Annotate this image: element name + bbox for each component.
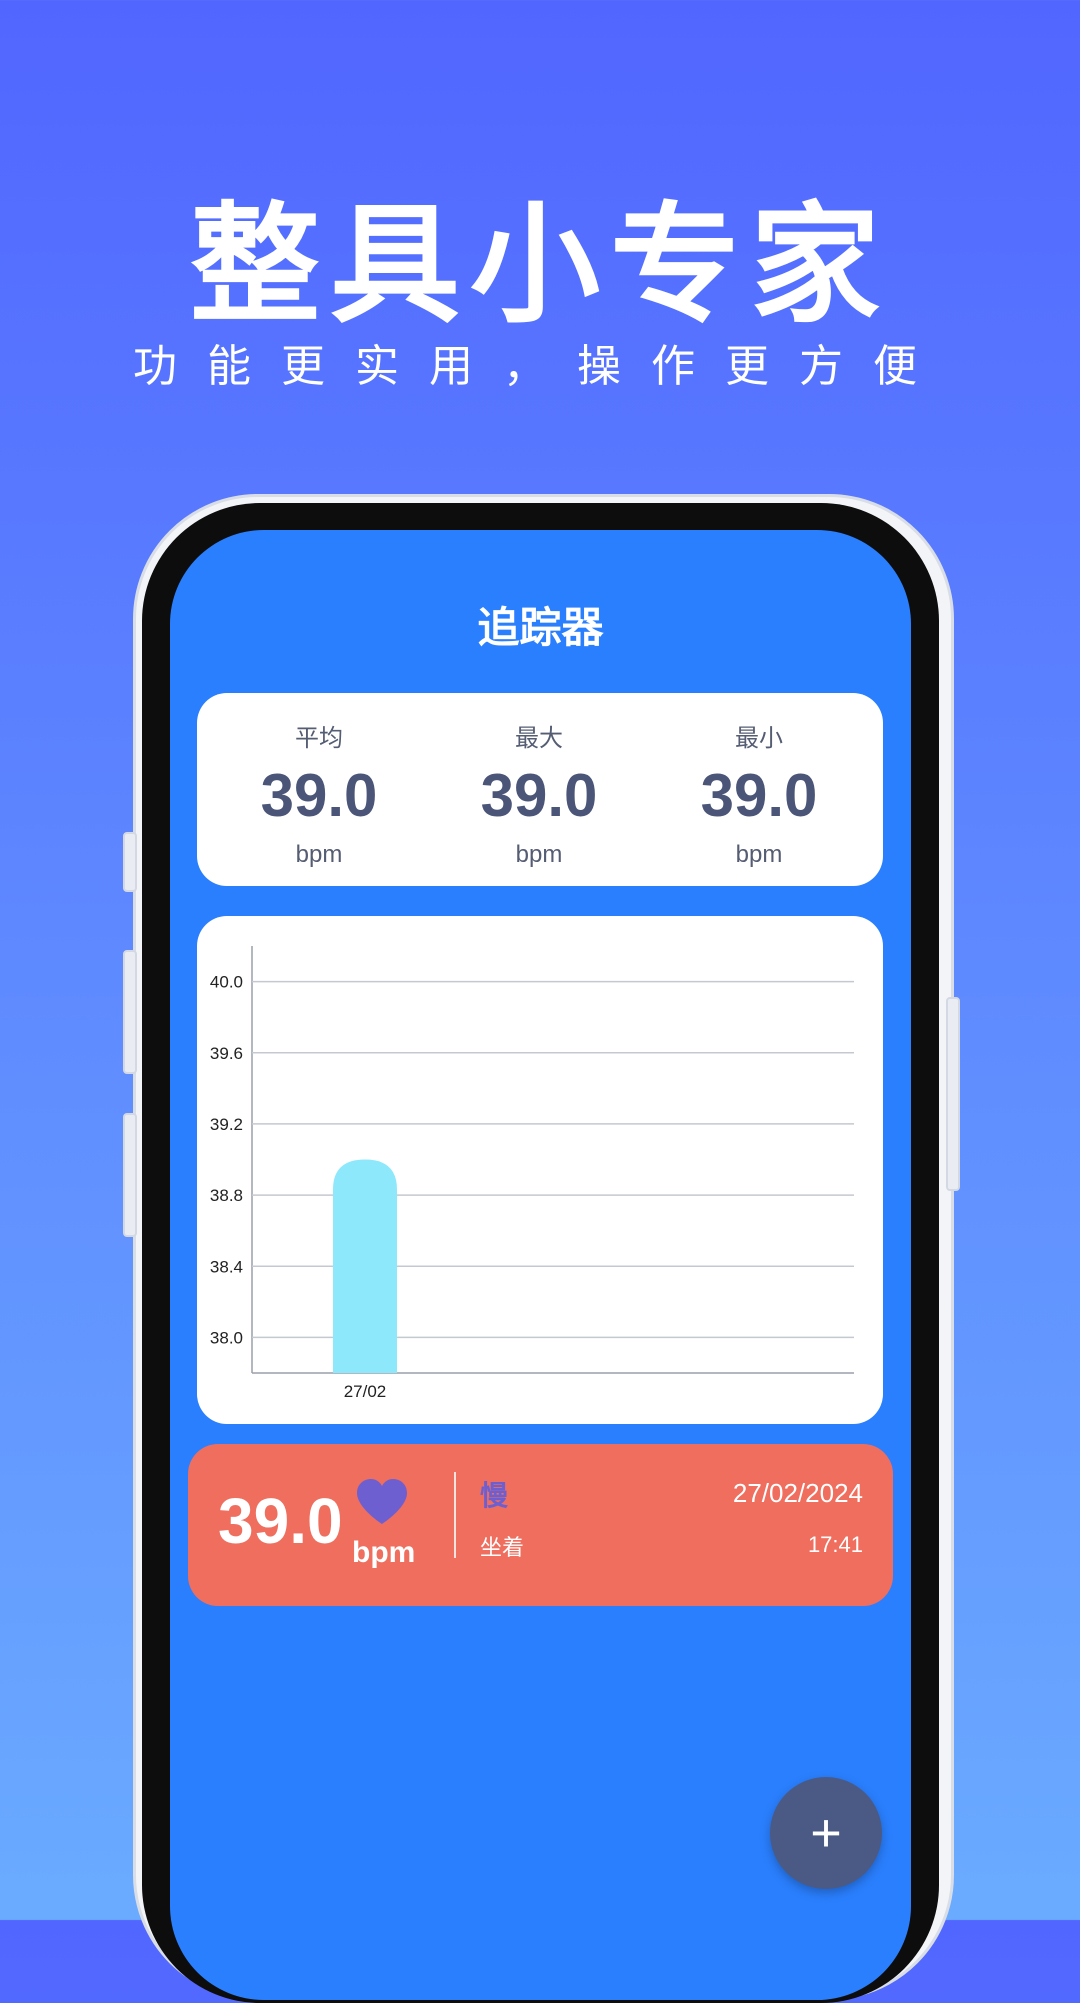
chart-bar: [333, 1159, 397, 1373]
record-date: 27/02/2024: [732, 1478, 863, 1508]
chart-card: 40.0 39.6 39.2 38.8 38.4 38.0 27/02: [197, 916, 883, 1424]
stat-unit: bpm: [295, 841, 343, 868]
stat-value: 39.0: [260, 762, 378, 829]
stats-card: 平均 39.0 bpm 最大 39.0 bpm 最小 39.0 bpm: [197, 693, 883, 886]
record-card[interactable]: 39.0 bpm 慢 坐着 27/02/2024 17:41: [188, 1444, 893, 1606]
screen-title: 追踪器: [477, 603, 604, 652]
stat-unit: bpm: [735, 841, 783, 868]
record-status: 慢: [480, 1479, 509, 1512]
y-tick-label: 38.8: [210, 1186, 243, 1205]
phone-side-button: [123, 832, 137, 892]
y-tick-label: 38.0: [210, 1328, 243, 1347]
record-time: 17:41: [807, 1532, 863, 1557]
record-value: 39.0: [218, 1485, 343, 1557]
phone-side-button: [123, 1113, 137, 1237]
record-unit: bpm: [352, 1536, 416, 1569]
heart-icon: [357, 1479, 407, 1524]
stat-value: 39.0: [480, 762, 598, 829]
x-tick-label: 27/02: [344, 1382, 387, 1401]
phone-side-button: [123, 950, 137, 1074]
stat-label: 最大: [515, 724, 563, 752]
record-posture: 坐着: [480, 1536, 525, 1561]
plus-icon: +: [810, 1803, 842, 1863]
heart-rate-chart: 40.0 39.6 39.2 38.8 38.4 38.0 27/02: [210, 946, 854, 1401]
app-screen: 追踪器 平均 39.0 bpm 最大 39.0 bpm 最小 39.0 bpm …: [170, 530, 911, 2000]
y-tick-label: 40.0: [210, 973, 243, 992]
y-tick-label: 39.6: [210, 1044, 243, 1063]
promo-title: 整具小专家: [189, 189, 890, 341]
phone-side-button: [946, 997, 960, 1191]
stat-value: 39.0: [700, 762, 818, 829]
stat-unit: bpm: [515, 841, 563, 868]
add-record-button[interactable]: +: [770, 1777, 882, 1889]
stat-label: 最小: [735, 724, 783, 752]
stat-label: 平均: [295, 724, 343, 752]
record-divider: [454, 1472, 456, 1558]
y-tick-label: 38.4: [210, 1257, 243, 1276]
y-tick-label: 39.2: [210, 1115, 243, 1134]
promo-subtitle: 功能更实用，操作更方便: [133, 341, 947, 392]
